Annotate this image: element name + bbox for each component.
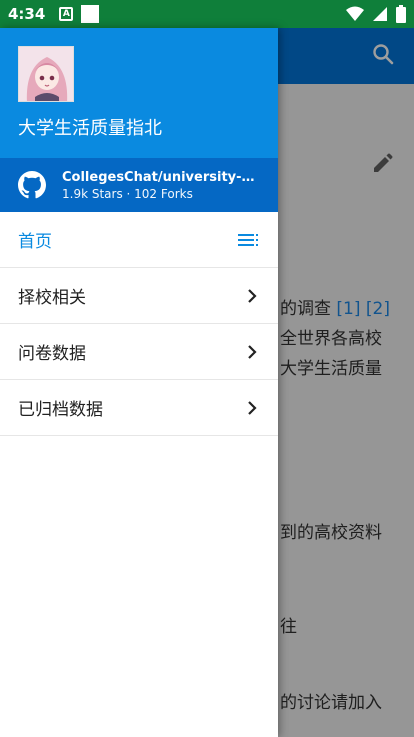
repo-stats: 1.9k Stars · 102 Forks — [62, 186, 193, 201]
battery-icon — [396, 5, 406, 23]
anime-avatar-image — [19, 47, 73, 101]
chevron-right-icon — [248, 400, 257, 415]
chevron-right-icon — [248, 288, 257, 303]
drawer-header: 大学生活质量指北 — [0, 28, 278, 158]
github-repo-link[interactable]: CollegesChat/university-in... 1.9k Stars… — [0, 158, 278, 212]
navigation-drawer: 大学生活质量指北 CollegesChat/university-in... 1… — [0, 28, 278, 737]
nav-item-label: 首页 — [18, 232, 52, 252]
github-icon — [18, 171, 46, 199]
site-title: 大学生活质量指北 — [18, 118, 162, 139]
signal-icon — [373, 7, 387, 21]
wifi-icon — [346, 6, 364, 21]
nav-item-label: 问卷数据 — [18, 344, 86, 364]
status-time: 4:34 — [8, 5, 46, 23]
notification-a-icon: A — [59, 7, 74, 21]
status-bar: 4:34 A — [0, 0, 414, 28]
repo-name: CollegesChat/university-in... — [62, 169, 258, 185]
nav-item-label: 已归档数据 — [18, 400, 103, 420]
nav-item-label: 择校相关 — [18, 288, 86, 308]
nav-item-survey-data[interactable]: 问卷数据 — [0, 324, 278, 380]
drawer-nav: 首页 择校相关 问卷数据 已归档数据 — [0, 212, 278, 436]
site-logo[interactable] — [18, 46, 74, 102]
toc-icon[interactable] — [238, 233, 260, 247]
nav-item-home[interactable]: 首页 — [0, 212, 278, 268]
nav-item-archived-data[interactable]: 已归档数据 — [0, 380, 278, 436]
chevron-right-icon — [248, 344, 257, 359]
notification-blank-icon — [81, 5, 100, 23]
nav-item-school-selection[interactable]: 择校相关 — [0, 268, 278, 324]
repo-info: CollegesChat/university-in... 1.9k Stars… — [62, 170, 258, 201]
